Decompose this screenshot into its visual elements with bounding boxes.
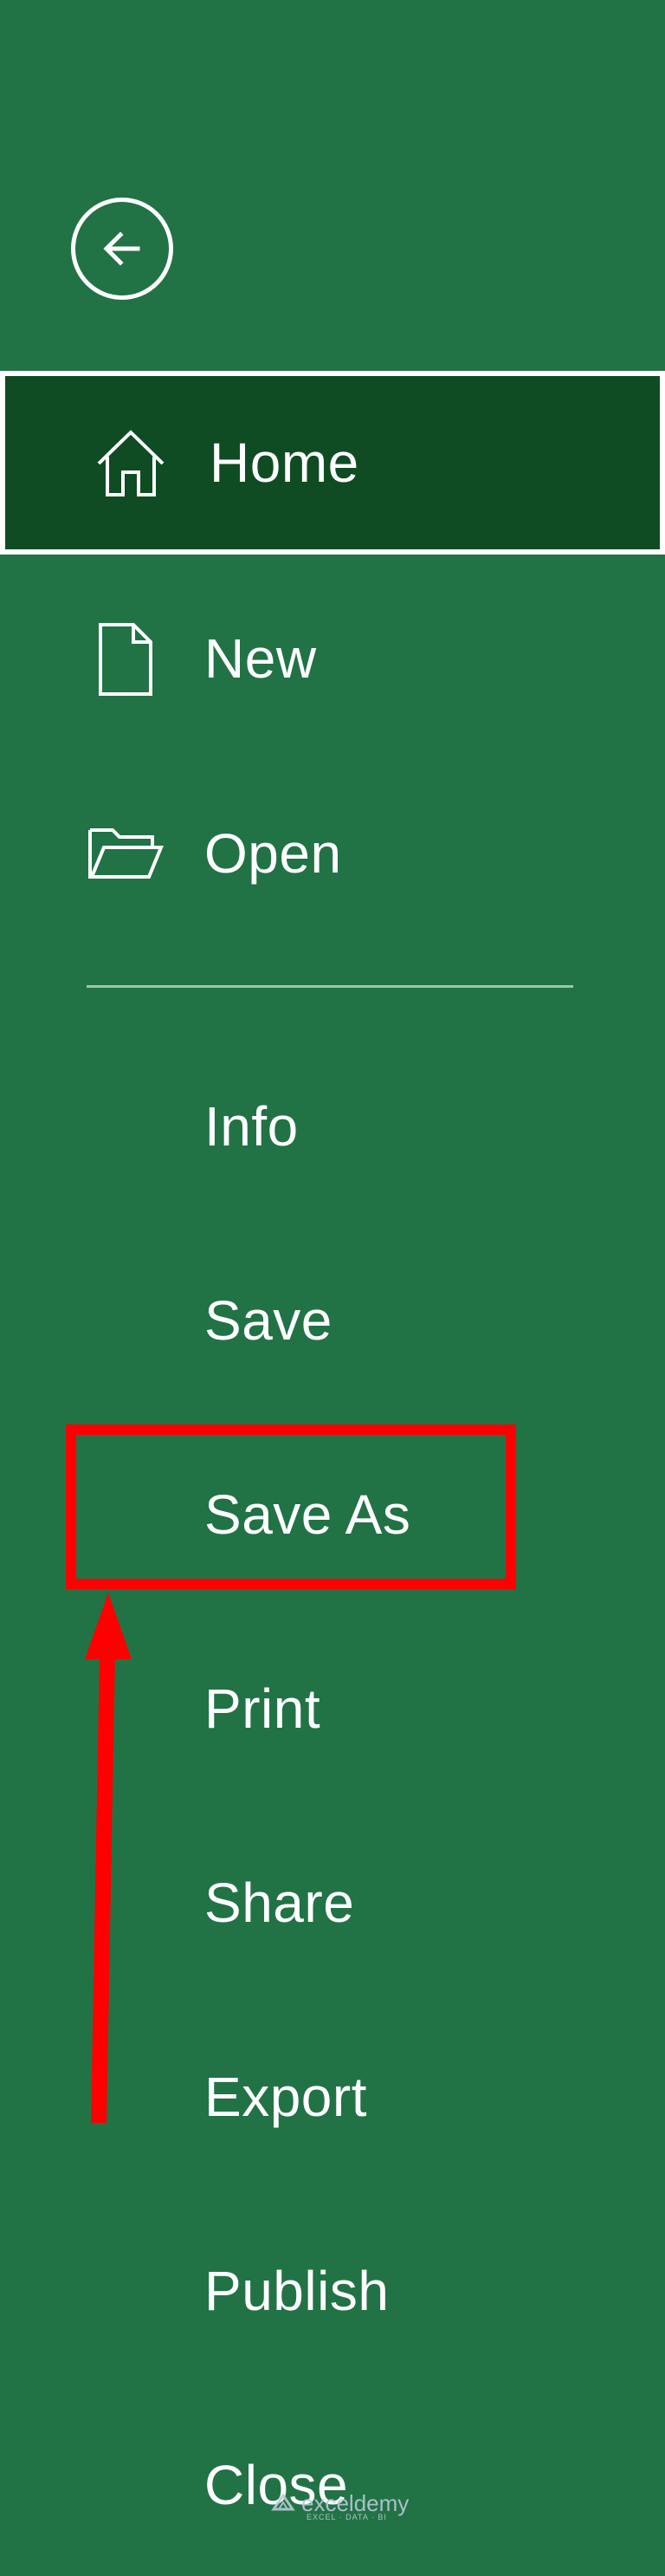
menu-item-label: Publish <box>204 2260 390 2322</box>
menu-item-label: Share <box>204 1872 355 1934</box>
menu-item-label: Save <box>204 1289 332 1352</box>
menu-item-label: Save As <box>204 1483 411 1546</box>
menu-item-label: Open <box>204 822 342 885</box>
menu-item-label: Print <box>204 1677 321 1740</box>
menu-item-save[interactable]: Save <box>0 1230 665 1411</box>
menu-item-print[interactable]: Print <box>0 1618 665 1800</box>
menu-item-label: Export <box>204 2066 367 2128</box>
menu-item-label: Home <box>210 431 359 494</box>
menu-item-share[interactable]: Share <box>0 1812 665 1994</box>
menu-item-publish[interactable]: Publish <box>0 2200 665 2382</box>
menu-item-info[interactable]: Info <box>0 1035 665 1217</box>
watermark-name: exceldemy <box>301 2490 410 2516</box>
back-button[interactable] <box>71 198 173 300</box>
backstage-panel: Home New Open Info Save Save As Print Sh… <box>0 0 665 2540</box>
menu-item-label: Info <box>204 1095 299 1158</box>
exceldemy-logo-icon <box>271 2493 295 2511</box>
menu-divider <box>87 985 573 988</box>
menu-item-export[interactable]: Export <box>0 2006 665 2188</box>
menu-item-open[interactable]: Open <box>0 762 665 944</box>
menu-item-save-as[interactable]: Save As <box>0 1424 665 1606</box>
home-icon <box>90 422 171 503</box>
back-arrow-icon <box>103 231 140 266</box>
menu-item-home[interactable]: Home <box>0 371 665 555</box>
watermark-tagline: EXCEL · DATA · BI <box>307 2513 387 2521</box>
menu-item-new[interactable]: New <box>0 568 665 749</box>
new-document-icon <box>85 618 166 699</box>
watermark: exceldemy EXCEL · DATA · BI <box>270 2485 409 2521</box>
menu-item-label: New <box>204 627 317 690</box>
open-folder-icon <box>85 813 166 894</box>
